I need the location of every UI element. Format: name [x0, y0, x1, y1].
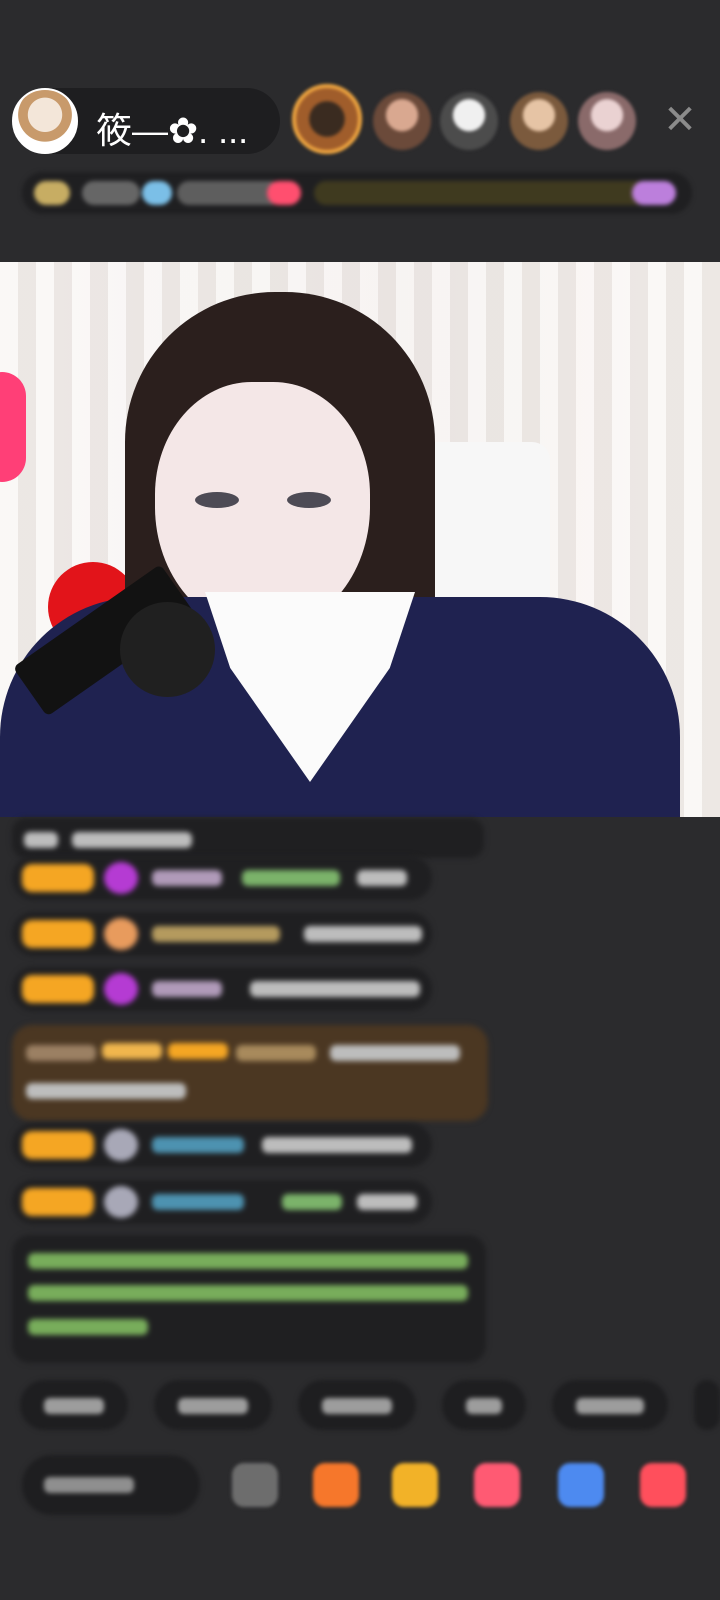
- host-name: 筱—✿. ...: [96, 110, 249, 151]
- quick-reply-button[interactable]: [694, 1380, 720, 1430]
- level-badge: [22, 920, 94, 948]
- diamond-icon: [104, 973, 138, 1005]
- heart-icon[interactable]: [474, 1463, 520, 1507]
- stream-info-row[interactable]: [22, 172, 692, 214]
- viewer-avatar-5[interactable]: [578, 92, 636, 150]
- chat-message[interactable]: [12, 818, 484, 858]
- viewer-avatar-3[interactable]: [440, 92, 498, 150]
- emoji-icon[interactable]: [232, 1463, 278, 1507]
- chat-input[interactable]: [22, 1455, 200, 1515]
- chat-message[interactable]: [12, 912, 432, 956]
- streamer-eye-left: [195, 492, 239, 508]
- decor-pink-flower: [0, 372, 26, 482]
- system-notice: [12, 1235, 486, 1363]
- host-avatar[interactable]: [12, 88, 78, 154]
- treasure-icon[interactable]: [392, 1463, 438, 1507]
- quick-reply-button[interactable]: [552, 1380, 668, 1430]
- viewer-avatar-1[interactable]: [292, 84, 362, 154]
- level-badge: [22, 975, 94, 1003]
- game-icon[interactable]: [558, 1463, 604, 1507]
- fan-club-icon: [104, 918, 138, 950]
- quick-reply-button[interactable]: [442, 1380, 526, 1430]
- gift-box-icon[interactable]: [313, 1463, 359, 1507]
- user-level-icon: [104, 1129, 138, 1161]
- quick-reply-button[interactable]: [298, 1380, 416, 1430]
- close-button[interactable]: ✕: [660, 100, 700, 140]
- streamer-eye-right: [287, 492, 331, 508]
- quick-reply-button[interactable]: [154, 1380, 272, 1430]
- viewer-avatar-2[interactable]: [373, 92, 431, 150]
- quick-reply-button[interactable]: [20, 1380, 128, 1430]
- chat-message[interactable]: [12, 967, 432, 1011]
- chat-message[interactable]: [12, 1123, 432, 1167]
- chat-message[interactable]: [12, 1180, 432, 1224]
- diamond-icon: [104, 862, 138, 894]
- level-badge: [22, 1188, 94, 1216]
- host-profile-pill[interactable]: 筱—✿. ...: [12, 88, 280, 154]
- level-badge: [22, 864, 94, 892]
- top-bar: 筱—✿. ... ✕: [0, 0, 720, 260]
- gift-message[interactable]: [12, 1025, 488, 1121]
- chat-message[interactable]: [12, 856, 432, 900]
- grid-icon[interactable]: [640, 1463, 686, 1507]
- level-badge: [22, 1131, 94, 1159]
- viewer-avatar-4[interactable]: [510, 92, 568, 150]
- user-level-icon: [104, 1186, 138, 1218]
- live-video-stream[interactable]: [0, 262, 720, 817]
- microphone: [120, 602, 215, 697]
